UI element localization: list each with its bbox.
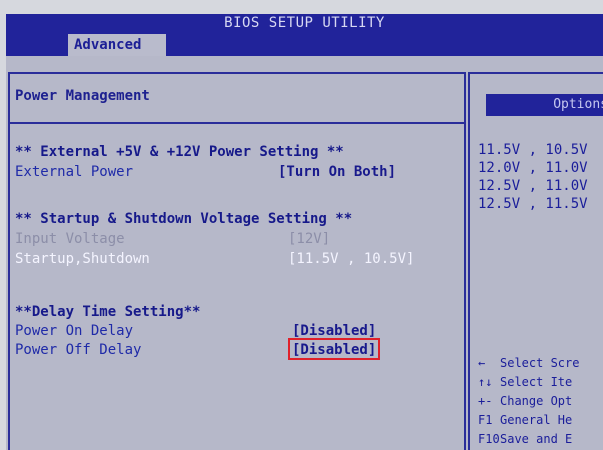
selection-highlight	[288, 338, 380, 360]
app-title: BIOS SETUP UTILITY	[224, 15, 385, 31]
external-power-label[interactable]: External Power	[15, 164, 133, 180]
help-text: Select Ite	[500, 375, 573, 389]
section-header-voltage: ** Startup & Shutdown Voltage Setting **	[15, 211, 353, 227]
section-header-delay: **Delay Time Setting**	[15, 304, 201, 320]
option-item[interactable]: 12.5V , 11.5V	[478, 196, 588, 212]
input-voltage-label: Input Voltage	[15, 231, 125, 247]
help-row: F10Save and E	[478, 432, 572, 446]
left-arrow-icon: ←	[478, 356, 486, 370]
help-row: +- Change Opt	[478, 394, 572, 408]
startup-shutdown-label[interactable]: Startup,Shutdown	[15, 251, 150, 267]
side-panel: Options 11.5V , 10.5V 12.0V , 11.0V 12.5…	[468, 72, 603, 450]
plus-minus-icon: +-	[478, 394, 493, 408]
title-bar: BIOS SETUP UTILITY Advanced	[6, 14, 603, 56]
help-row: F1 General He	[478, 413, 572, 427]
startup-shutdown-value[interactable]: [11.5V , 10.5V]	[288, 251, 414, 267]
main-header: Power Management	[10, 74, 464, 122]
power-off-delay-label[interactable]: Power Off Delay	[15, 342, 141, 358]
help-text: Save and E	[500, 432, 573, 446]
option-item[interactable]: 11.5V , 10.5V	[478, 142, 588, 158]
input-voltage-value: [12V]	[288, 231, 331, 247]
option-item[interactable]: 12.0V , 11.0V	[478, 160, 588, 176]
screen-photo: BIOS SETUP UTILITY Advanced Power Manage…	[0, 0, 603, 450]
f1-key: F1	[478, 413, 493, 427]
power-on-delay-value[interactable]: [Disabled]	[292, 323, 376, 339]
up-down-arrows-icon: ↑↓	[478, 375, 493, 389]
section-header-external-power: ** External +5V & +12V Power Setting **	[15, 144, 344, 160]
page-title: Power Management	[15, 88, 150, 104]
bios-screen: BIOS SETUP UTILITY Advanced Power Manage…	[6, 14, 603, 450]
help-text: Select Scre	[500, 356, 580, 370]
header-divider	[10, 122, 464, 124]
main-panel: Power Management ** External +5V & +12V …	[8, 72, 466, 450]
options-header: Options	[486, 94, 603, 116]
f10-key: F10	[478, 432, 500, 446]
option-item[interactable]: 12.5V , 11.0V	[478, 178, 588, 194]
help-text: General He	[500, 413, 573, 427]
help-row: ↑↓ Select Ite	[478, 375, 572, 389]
help-text: Change Opt	[500, 394, 573, 408]
external-power-value[interactable]: [Turn On Both]	[278, 164, 396, 180]
tab-advanced[interactable]: Advanced	[68, 34, 166, 56]
power-on-delay-label[interactable]: Power On Delay	[15, 323, 133, 339]
help-row: ← Select Scre	[478, 356, 579, 370]
